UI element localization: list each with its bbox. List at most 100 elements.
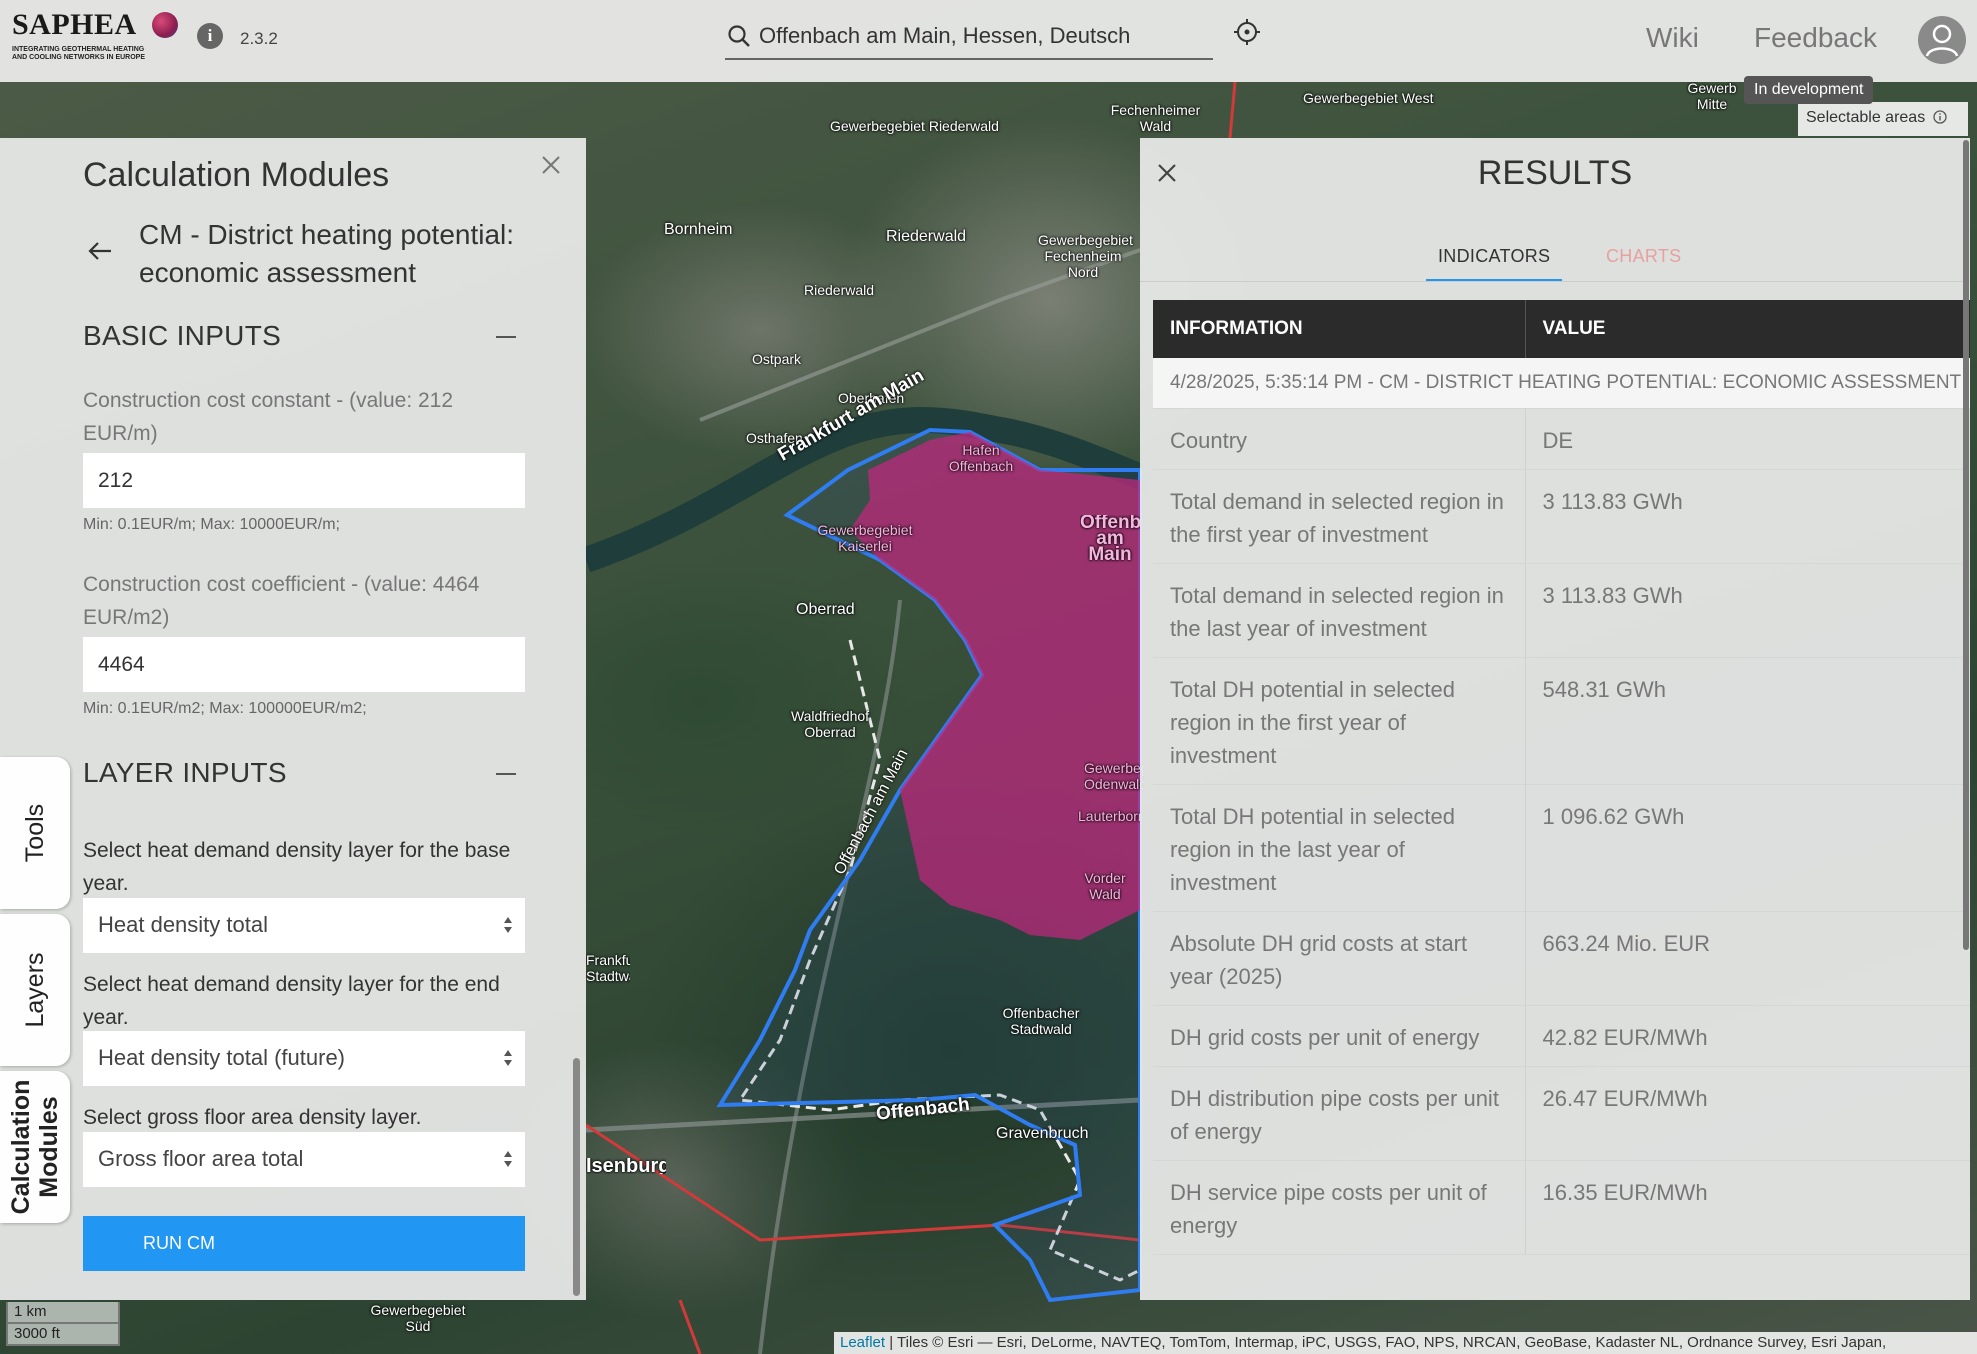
tab-label-line: Modules <box>35 1096 63 1198</box>
feedback-tooltip: In development <box>1744 76 1874 104</box>
map-label: Gewerbegebiet Riederwald <box>830 118 999 134</box>
map-label: Gewerbegebiet Kaiserlei <box>817 522 913 554</box>
basic-inputs-heading: BASIC INPUTS <box>83 320 282 351</box>
indicator-value: 3 113.83 GWh <box>1525 563 1970 658</box>
nav-feedback-link[interactable]: Feedback <box>1754 22 1877 54</box>
table-row: Total DH potential in selected region in… <box>1153 657 1970 785</box>
tab-calculation-modules-label: Calculation Modules <box>7 1080 63 1215</box>
tab-indicators[interactable]: INDICATORS <box>1438 246 1550 267</box>
admin-boundary <box>678 1299 702 1354</box>
scale-ft: 3000 ft <box>6 1324 120 1346</box>
map-label: Riederwald <box>804 282 875 298</box>
close-icon[interactable] <box>540 154 562 176</box>
app-version: 2.3.2 <box>240 29 278 48</box>
tab-layers-label: Layers <box>21 952 49 1028</box>
tab-divider <box>1140 281 1970 282</box>
map-label: Ostpark <box>752 351 802 367</box>
select-arrows-icon <box>504 917 512 933</box>
nav-wiki-link[interactable]: Wiki <box>1646 22 1699 54</box>
search-input[interactable] <box>759 20 1209 52</box>
indicator-name: DH distribution pipe costs per unit of e… <box>1153 1066 1526 1161</box>
map-label: Oberrad <box>796 601 855 618</box>
map-label: Bornheim <box>664 221 733 238</box>
construction-cost-constant-label: Construction cost constant - (value: 212… <box>83 389 454 445</box>
calculation-modules-panel: Calculation Modules CM - District heatin… <box>0 138 586 1300</box>
results-scrollbar[interactable] <box>1963 140 1969 950</box>
indicator-value: DE <box>1525 408 1970 470</box>
results-panel: RESULTS INDICATORS CHARTS INFORMATION VA… <box>1140 138 1970 1300</box>
top-bar: SAPHEA INTEGRATING GEOTHERMAL HEATING AN… <box>0 0 1977 82</box>
leaflet-link[interactable]: Leaflet <box>840 1334 885 1351</box>
table-row: Absolute DH grid costs at start year (20… <box>1153 911 1970 1006</box>
map-label: Gewerb Mitte <box>1687 80 1737 112</box>
indicator-value: 1 096.62 GWh <box>1525 784 1970 912</box>
indicator-name: Absolute DH grid costs at start year (20… <box>1153 911 1526 1006</box>
map-label: Offenbacher Stadtwald <box>1002 1005 1080 1037</box>
map-label: Lauterborn <box>1078 808 1140 824</box>
indicator-name: DH grid costs per unit of energy <box>1153 1005 1526 1067</box>
info-circle-icon[interactable] <box>1932 110 1947 124</box>
attribution-text: | Tiles © Esri — Esri, DeLorme, NAVTEQ, … <box>885 1334 1887 1351</box>
indicator-name: Total DH potential in selected region in… <box>1153 784 1526 912</box>
run-cm-button[interactable]: RUN CM <box>83 1216 525 1271</box>
panel-title: Calculation Modules <box>83 156 390 194</box>
search-bar[interactable] <box>725 14 1213 60</box>
construction-cost-coefficient-input[interactable] <box>83 637 525 692</box>
tab-tools-label: Tools <box>21 803 49 863</box>
indicator-name: Total demand in selected region in the l… <box>1153 563 1526 658</box>
table-header-row: INFORMATION VALUE <box>1153 300 1970 358</box>
column-header-information: INFORMATION <box>1153 300 1526 358</box>
panel-scrollbar[interactable] <box>573 1058 580 1296</box>
select-value: Heat density total (future) <box>98 1045 346 1070</box>
map-label: Frankfurter Stadtwald <box>586 952 630 984</box>
indicator-value: 42.82 EUR/MWh <box>1525 1005 1970 1067</box>
tab-label-line: Calculation <box>7 1079 35 1215</box>
base-year-layer-select[interactable]: Heat density total <box>83 898 525 953</box>
collapse-basic-inputs-icon[interactable] <box>496 336 516 338</box>
select-value: Gross floor area total <box>98 1146 304 1171</box>
saphea-logo[interactable]: SAPHEA INTEGRATING GEOTHERMAL HEATING AN… <box>12 10 182 64</box>
table-row: DH grid costs per unit of energy 42.82 EU… <box>1153 1005 1970 1067</box>
end-year-layer-label: Select heat demand density layer for the… <box>83 973 500 1029</box>
indicator-value: 26.47 EUR/MWh <box>1525 1066 1970 1161</box>
column-header-value: VALUE <box>1525 300 1970 358</box>
result-timestamp: 4/28/2025, 5:35:14 PM - CM - DISTRICT HE… <box>1153 358 1970 409</box>
tab-calculation-modules[interactable]: Calculation Modules <box>0 1071 70 1223</box>
active-tab-indicator <box>1426 279 1562 281</box>
tab-charts[interactable]: CHARTS <box>1606 246 1681 267</box>
indicator-name: Total demand in selected region in the f… <box>1153 469 1526 564</box>
gross-floor-area-layer-select[interactable]: Gross floor area total <box>83 1132 525 1187</box>
table-row: Country DE <box>1153 408 1970 470</box>
end-year-layer-select[interactable]: Heat density total (future) <box>83 1031 525 1086</box>
tab-layers[interactable]: Layers <box>0 914 70 1066</box>
indicator-value: 663.24 Mio. EUR <box>1525 911 1970 1006</box>
selectable-areas-label: Selectable areas <box>1806 109 1926 126</box>
layer-inputs-heading: LAYER INPUTS <box>83 757 287 788</box>
result-timestamp-row: 4/28/2025, 5:35:14 PM - CM - DISTRICT HE… <box>1153 358 1970 409</box>
map-label: Gewerbegebiet Süd <box>370 1302 466 1334</box>
gross-floor-area-layer-label: Select gross floor area density layer. <box>83 1106 422 1129</box>
user-avatar-icon[interactable] <box>1918 16 1966 64</box>
search-icon <box>728 25 750 47</box>
info-icon[interactable]: i <box>197 23 223 49</box>
table-row: Total DH potential in selected region in… <box>1153 784 1970 912</box>
logo-tagline-line: INTEGRATING GEOTHERMAL HEATING <box>12 46 145 53</box>
map-label: Riederwald <box>886 228 967 245</box>
locate-crosshair-icon[interactable] <box>1233 18 1261 46</box>
map-attribution: Leaflet | Tiles © Esri — Esri, DeLorme, … <box>834 1332 1977 1354</box>
back-arrow-icon[interactable] <box>87 238 113 264</box>
map-label: Vorder Wald <box>1084 870 1126 902</box>
construction-cost-coefficient-hint: Min: 0.1EUR/m2; Max: 100000EUR/m2; <box>83 700 367 717</box>
selectable-areas-chip[interactable]: Selectable areas <box>1798 102 1968 136</box>
module-name: CM - District heating potential: economi… <box>139 219 515 288</box>
tab-tools[interactable]: Tools <box>0 757 70 909</box>
construction-cost-constant-input[interactable] <box>83 453 525 508</box>
indicator-value: 3 113.83 GWh <box>1525 469 1970 564</box>
collapse-layer-inputs-icon[interactable] <box>496 773 516 775</box>
results-title: RESULTS <box>1477 154 1633 192</box>
scale-km: 1 km <box>6 1302 120 1324</box>
map-label: Isenburg <box>586 1158 666 1174</box>
map-label: Gewerbegebiet Fechenheim Nord <box>1038 232 1133 280</box>
table-row: DH service pipe costs per unit of energy… <box>1153 1160 1970 1255</box>
table-row: DH distribution pipe costs per unit of e… <box>1153 1066 1970 1161</box>
